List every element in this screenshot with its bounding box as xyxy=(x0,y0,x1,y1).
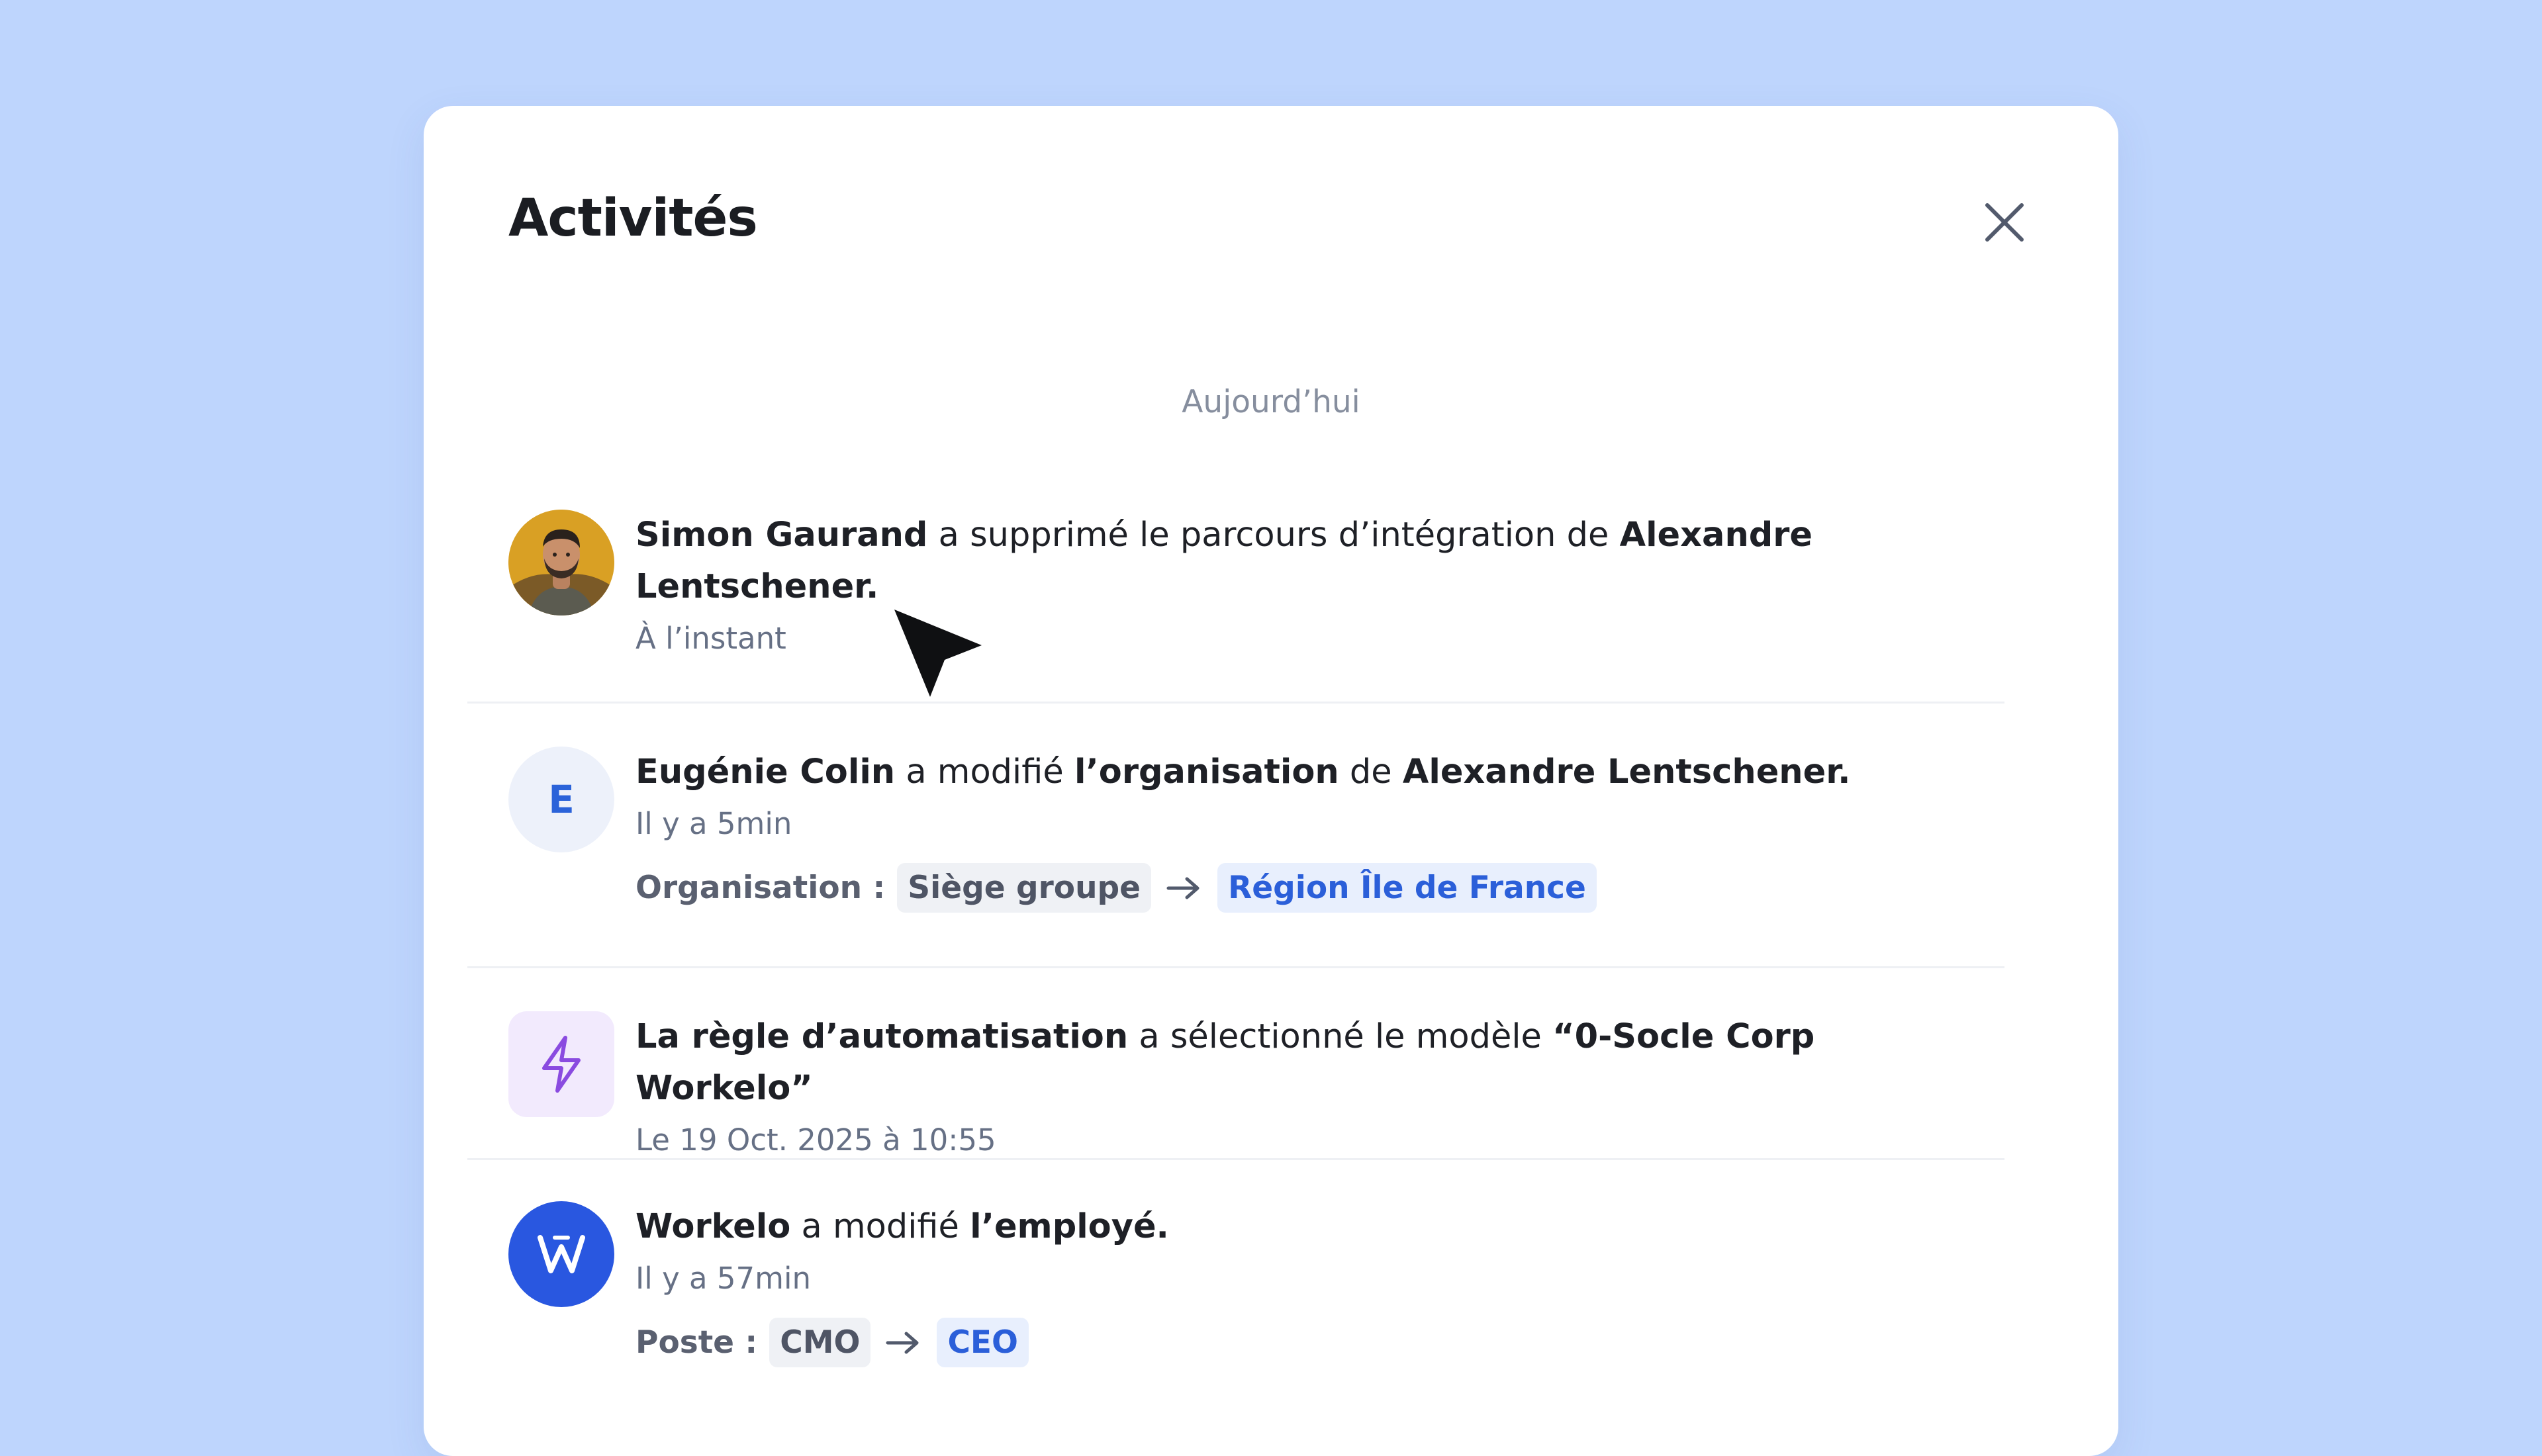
activity-text: La règle d’automatisation a sélectionné … xyxy=(636,1011,1926,1115)
divider xyxy=(467,702,2004,704)
activity-target: l’employé. xyxy=(970,1207,1169,1246)
activity-time: Il y a 57min xyxy=(636,1261,812,1296)
activity-actor: La règle d’automatisation xyxy=(636,1017,1129,1056)
new-value-chip: Région Île de France xyxy=(1217,863,1597,913)
lightning-bolt-icon xyxy=(542,1036,581,1093)
divider xyxy=(467,1158,2004,1160)
old-value-chip: Siège groupe xyxy=(897,863,1152,913)
activity-object: l’organisation xyxy=(1074,752,1339,792)
activity-action: a modifié xyxy=(790,1207,970,1246)
activity-action: a supprimé le parcours d’intégration de xyxy=(927,516,1620,555)
workelo-logo-icon xyxy=(538,1235,585,1273)
new-value-chip: CEO xyxy=(937,1318,1029,1367)
day-separator-label: Aujourd’hui xyxy=(1182,384,1360,420)
avatar xyxy=(508,1201,614,1307)
user-photo-avatar xyxy=(508,510,614,615)
activity-actor: Eugénie Colin xyxy=(636,752,896,792)
change-label: Poste : xyxy=(636,1324,758,1361)
activity-time: À l’instant xyxy=(636,621,786,656)
divider xyxy=(467,966,2004,968)
activity-time: Il y a 5min xyxy=(636,806,792,841)
change-label: Organisation : xyxy=(636,870,886,906)
avatar xyxy=(508,1011,614,1117)
activities-modal: Activités Aujourd’hui Simon Gaurand a su… xyxy=(424,106,2118,1456)
close-icon xyxy=(1985,203,2024,242)
activity-text: Simon Gaurand a supprimé le parcours d’i… xyxy=(636,510,1926,613)
avatar xyxy=(508,510,614,615)
activity-action: a modifié xyxy=(895,752,1074,792)
activity-action: a sélectionné le modèle xyxy=(1128,1017,1553,1056)
activity-actor: Workelo xyxy=(636,1207,791,1246)
activity-connector: de xyxy=(1339,752,1403,792)
change-row: Poste : CMO CEO xyxy=(636,1318,1926,1367)
old-value-chip: CMO xyxy=(769,1318,871,1367)
activity-text: Eugénie Colin a modifié l’organisation d… xyxy=(636,747,1926,798)
modal-title: Activités xyxy=(508,189,758,248)
activity-text: Workelo a modifié l’employé. xyxy=(636,1201,1926,1253)
avatar: E xyxy=(508,747,614,852)
change-row: Organisation : Siège groupe Région Île d… xyxy=(636,863,1926,913)
activity-actor: Simon Gaurand xyxy=(636,516,928,555)
arrow-right-icon xyxy=(1166,875,1203,901)
close-button[interactable] xyxy=(1973,191,2036,254)
arrow-right-icon xyxy=(885,1330,922,1356)
mouse-pointer-icon xyxy=(894,610,982,697)
activity-target: Alexandre Lentschener. xyxy=(1402,752,1851,792)
